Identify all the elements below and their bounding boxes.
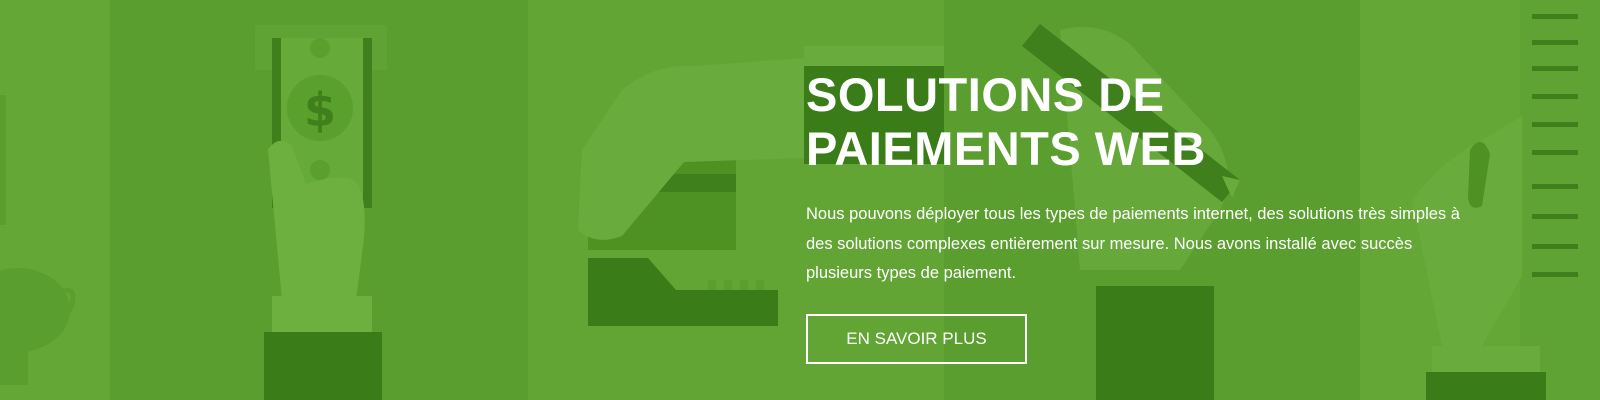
hero-content: SOLUTIONS DE PAIEMENTS WEB Nous pouvons … — [806, 68, 1486, 364]
dollar-symbol: $ — [304, 83, 336, 137]
hero-title: SOLUTIONS DE PAIEMENTS WEB — [806, 68, 1206, 175]
hero-banner: $ SOLUTIONS DE PAIEMENTS WEB Nous pouvon… — [0, 0, 1600, 400]
learn-more-button[interactable]: EN SAVOIR PLUS — [806, 313, 1027, 364]
hero-description: Nous pouvons déployer tous les types de … — [806, 205, 1460, 282]
